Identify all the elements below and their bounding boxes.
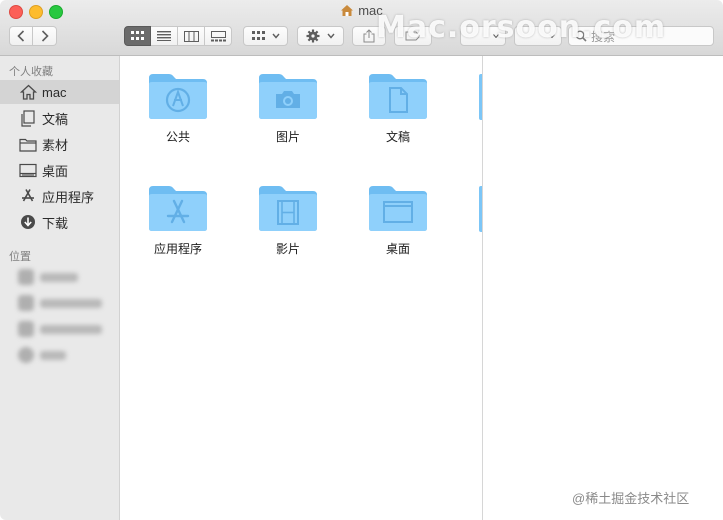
tag-icon (405, 31, 421, 41)
sidebar-item-mac[interactable]: mac (0, 80, 119, 104)
file-browser: 公共 图片 文稿 应用程序 影片 桌面 (120, 56, 482, 520)
folder-label: 图片 (275, 130, 300, 144)
search-icon (575, 30, 587, 42)
chevron-down-icon (493, 34, 499, 38)
search-placeholder: 搜索 (591, 29, 616, 44)
list-view-button[interactable] (151, 26, 178, 46)
folder-desktop[interactable]: 桌面 (343, 182, 453, 257)
columns-icon (183, 30, 199, 42)
column-view-button[interactable] (178, 26, 205, 46)
toolbar-button[interactable] (460, 26, 506, 46)
chevron-down-icon (271, 33, 280, 39)
source-credit: @稀土掘金技术社区 (572, 491, 690, 506)
folder-label: 文稿 (385, 130, 410, 144)
sidebar-item-documents[interactable]: 文稿 (0, 106, 119, 130)
document-folder-icon (369, 74, 427, 119)
location-item-blurred[interactable] (18, 346, 66, 364)
sidebar-item-label: 下载 (42, 215, 69, 231)
disk-icon (18, 269, 34, 285)
finder-window: mac 搜索 Mac.orsoon.com 个人收藏 mac 文稿 素材 桌面 … (0, 0, 723, 520)
app-store-folder-icon (149, 186, 207, 231)
toolbar: mac 搜索 Mac.orsoon.com (0, 0, 723, 56)
folder-movies[interactable]: 影片 (233, 182, 343, 257)
chevron-down-icon (327, 33, 335, 39)
folder-label: 应用程序 (153, 242, 202, 256)
sidebar-item-applications[interactable]: 应用程序 (0, 184, 119, 208)
action-button[interactable] (297, 26, 344, 46)
sidebar-item-label: 桌面 (42, 163, 69, 179)
folder-public[interactable]: 公共 (123, 70, 233, 145)
gear-icon (306, 29, 320, 43)
disk-icon (18, 295, 34, 311)
sidebar: 个人收藏 mac 文稿 素材 桌面 应用程序 下载 位置 (0, 56, 120, 520)
folder-applications[interactable]: 应用程序 (123, 182, 233, 257)
location-item-blurred[interactable] (18, 268, 78, 286)
sidebar-item-downloads[interactable]: 下载 (0, 210, 119, 234)
favorites-header: 个人收藏 (9, 66, 53, 78)
public-folder-icon (149, 74, 207, 119)
chevron-down-icon (549, 34, 555, 38)
applications-icon (18, 187, 38, 205)
folder-icon (18, 135, 38, 153)
desktop-folder-icon (369, 186, 427, 231)
share-button[interactable] (352, 26, 386, 46)
folder-label: 公共 (165, 130, 190, 144)
sidebar-item-label: 应用程序 (42, 189, 95, 205)
share-icon (363, 29, 375, 43)
download-icon (18, 213, 38, 231)
tags-button[interactable] (394, 26, 432, 46)
folder-label: 影片 (275, 242, 300, 256)
network-icon (18, 347, 34, 363)
sidebar-item-label: 文稿 (42, 111, 69, 127)
document-icon (18, 109, 38, 127)
list-icon (157, 31, 171, 41)
location-item-blurred[interactable] (18, 320, 102, 338)
sidebar-item-label: mac (42, 84, 67, 100)
sidebar-item-materials[interactable]: 素材 (0, 132, 119, 156)
location-item-blurred[interactable] (18, 294, 102, 312)
folder-label: 桌面 (385, 242, 410, 256)
window-title-text: mac (358, 3, 383, 18)
grid-icon (130, 31, 144, 40)
forward-button[interactable] (33, 26, 57, 46)
back-button[interactable] (9, 26, 33, 46)
grid-icon (251, 31, 265, 40)
chevron-right-icon (41, 30, 49, 42)
desktop-icon (18, 161, 38, 179)
chevron-left-icon (17, 30, 25, 42)
folder-pictures[interactable]: 图片 (233, 70, 343, 145)
camera-folder-icon (259, 74, 317, 119)
gallery-view-button[interactable] (205, 26, 232, 46)
window-title: mac (0, 3, 723, 20)
film-folder-icon (259, 186, 317, 231)
gallery-icon (210, 30, 226, 41)
icon-view-button[interactable] (124, 26, 151, 46)
sidebar-item-label: 素材 (42, 137, 69, 153)
toolbar-button[interactable] (514, 26, 562, 46)
disk-icon (18, 321, 34, 337)
locations-header: 位置 (9, 251, 31, 263)
group-by-button[interactable] (243, 26, 288, 46)
folder-documents[interactable]: 文稿 (343, 70, 453, 145)
home-icon (340, 4, 354, 20)
preview-pane (483, 56, 723, 520)
home-icon (18, 83, 38, 101)
sidebar-item-desktop[interactable]: 桌面 (0, 158, 119, 182)
search-field[interactable]: 搜索 (568, 26, 714, 46)
view-mode-selector (124, 26, 232, 46)
